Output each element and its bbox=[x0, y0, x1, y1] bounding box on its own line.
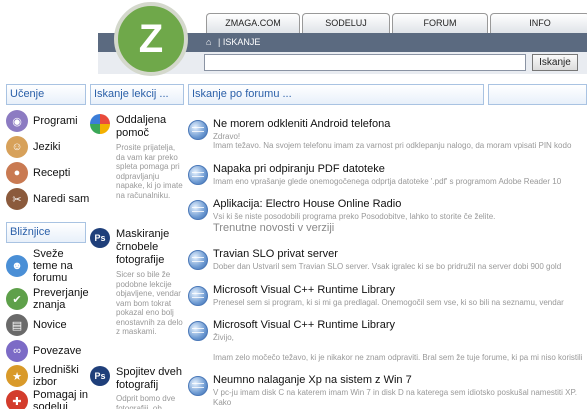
sidebar-item-label: Uredniški izbor bbox=[33, 364, 79, 388]
post-title[interactable]: Microsoft Visual C++ Runtime Library bbox=[213, 284, 395, 296]
post-excerpt: Prenesel sem si program, ki si mi ga pre… bbox=[213, 298, 564, 307]
post-title[interactable]: Neumno nalaganje Xp na sistem z Win 7 bbox=[213, 374, 412, 386]
sidebar-item-label: Povezave bbox=[33, 345, 82, 357]
globe-person-icon: ☻ bbox=[6, 255, 28, 277]
post-excerpt: Živijo, bbox=[213, 333, 234, 342]
sidebar-item-fresh-topics[interactable]: ☻ Sveže teme na forumu bbox=[6, 248, 89, 284]
post-title[interactable]: Travian SLO privat server bbox=[213, 248, 338, 260]
globe-icon bbox=[188, 165, 208, 185]
tab-forum[interactable]: FORUM bbox=[392, 13, 488, 33]
search-input[interactable] bbox=[204, 54, 526, 71]
sidebar-item-editors-pick[interactable]: ★ Uredniški izbor bbox=[6, 364, 89, 388]
forum-post[interactable]: Microsoft Visual C++ Runtime Library Pre… bbox=[188, 284, 587, 318]
sidebar-item-label: Pomagaj in sodeluj bbox=[33, 389, 89, 409]
windows-icon bbox=[90, 114, 110, 134]
post-excerpt-2: Trenutne novosti v verziji bbox=[213, 222, 335, 234]
forum-post[interactable]: Travian SLO privat server Dober dan Ustv… bbox=[188, 248, 587, 282]
sidebar-item-label: Jeziki bbox=[33, 141, 61, 153]
post-title[interactable]: Microsoft Visual C++ Runtime Library bbox=[213, 319, 395, 331]
sidebar-item-jeziki[interactable]: ☺ Jeziki bbox=[6, 136, 61, 158]
post-excerpt: Imam eno vprašanje glede onemogočenega o… bbox=[213, 177, 562, 186]
lesson-title[interactable]: Spojitev dveh fotografij bbox=[116, 366, 186, 392]
lessons-search-header[interactable]: Iskanje lekcij ... bbox=[90, 84, 184, 105]
search-button[interactable]: Iskanje bbox=[532, 54, 578, 71]
post-title[interactable]: Ne morem odkleniti Android telefona bbox=[213, 118, 390, 130]
lesson-item[interactable]: Oddaljena pomoč Prosite prijatelja, da v… bbox=[90, 114, 186, 224]
lesson-item[interactable]: Ps Maskiranje črnobele fotografije Sicer… bbox=[90, 228, 186, 363]
sidebar-item-news[interactable]: ▤ Novice bbox=[6, 314, 67, 336]
sidebar-item-label: Programi bbox=[33, 115, 78, 127]
learning-header: Učenje bbox=[6, 84, 86, 105]
lesson-desc: Sicer so bile že podobne lekcije objavlj… bbox=[116, 270, 183, 336]
sidebar-item-label: Sveže teme na forumu bbox=[33, 248, 73, 284]
sidebar-item-label: Naredi sam bbox=[33, 193, 90, 205]
lifebuoy-icon: ✚ bbox=[6, 390, 28, 409]
globe-icon bbox=[188, 376, 208, 396]
link-icon: ∞ bbox=[6, 340, 28, 362]
lesson-item[interactable]: Ps Spojitev dveh fotografij Odprit bomo … bbox=[90, 366, 186, 409]
home-icon[interactable]: ⌂ bbox=[206, 33, 215, 52]
sidebar-item-help[interactable]: ✚ Pomagaj in sodeluj bbox=[6, 389, 89, 409]
forum-post[interactable]: Aplikacija: Electro House Online Radio V… bbox=[188, 198, 587, 242]
post-excerpt: Dober dan Ustvaril sem Travian SLO serve… bbox=[213, 262, 562, 271]
globe-icon bbox=[188, 286, 208, 306]
globe-icon bbox=[188, 250, 208, 270]
speech-icon: ☺ bbox=[6, 136, 28, 158]
photoshop-icon: Ps bbox=[90, 228, 110, 248]
sidebar-item-label: Preverjanje znanja bbox=[33, 287, 89, 311]
sidebar-item-naredi-sam[interactable]: ✂ Naredi sam bbox=[6, 188, 89, 210]
star-icon: ★ bbox=[6, 365, 28, 387]
photoshop-icon: Ps bbox=[90, 366, 110, 386]
sidebar-item-knowledge-check[interactable]: ✔ Preverjanje znanja bbox=[6, 287, 89, 311]
tools-icon: ✂ bbox=[6, 188, 28, 210]
shortcuts-header: Bližnjice bbox=[6, 222, 86, 243]
sidebar-item-label: Novice bbox=[33, 319, 67, 331]
top-tabs: ZMAGA.COM SODELUJ FORUM INFO bbox=[206, 13, 587, 33]
tab-sodeluj[interactable]: SODELUJ bbox=[302, 13, 390, 33]
forum-post[interactable]: Microsoft Visual C++ Runtime Library Živ… bbox=[188, 319, 587, 369]
forum-post[interactable]: Neumno nalaganje Xp na sistem z Win 7 V … bbox=[188, 374, 587, 409]
lesson-desc: Odprit bomo dve fotografiji, ob bbox=[116, 394, 176, 409]
post-excerpt-2: Kako bbox=[213, 398, 232, 407]
post-title[interactable]: Aplikacija: Electro House Online Radio bbox=[213, 198, 401, 210]
post-excerpt-2: Imam težavo. Na svojem telefonu imam za … bbox=[213, 141, 572, 150]
forum-post[interactable]: Ne morem odkleniti Android telefona Zdra… bbox=[188, 118, 587, 162]
post-excerpt: Vsi ki še niste posodobili programa prek… bbox=[213, 212, 496, 221]
cd-icon: ◉ bbox=[6, 110, 28, 132]
logo-letter: Z bbox=[138, 16, 164, 61]
lesson-title[interactable]: Oddaljena pomoč bbox=[116, 114, 186, 140]
tab-info[interactable]: INFO bbox=[490, 13, 587, 33]
sidebar-item-recepti[interactable]: ● Recepti bbox=[6, 162, 70, 184]
post-excerpt-2: Imam zelo močečo težavo, ki je nikakor n… bbox=[213, 353, 583, 362]
globe-icon bbox=[188, 120, 208, 140]
site-logo[interactable]: Z bbox=[114, 2, 188, 76]
lesson-desc: Prosite prijatelja, da vam kar preko spl… bbox=[116, 143, 183, 200]
post-title[interactable]: Napaka pri odpiranju PDF datoteke bbox=[213, 163, 385, 175]
newspaper-icon: ▤ bbox=[6, 314, 28, 336]
globe-icon bbox=[188, 200, 208, 220]
sidebar-item-programi[interactable]: ◉ Programi bbox=[6, 110, 78, 132]
lesson-title[interactable]: Maskiranje črnobele fotografije bbox=[116, 228, 186, 267]
post-excerpt: V pc-ju imam disk C na katerem imam Win … bbox=[213, 388, 577, 397]
tab-zmaga[interactable]: ZMAGA.COM bbox=[206, 13, 300, 33]
breadcrumb-current: ISKANJE bbox=[222, 37, 261, 47]
extra-header bbox=[488, 84, 587, 105]
sidebar-item-links[interactable]: ∞ Povezave bbox=[6, 340, 81, 362]
forum-post[interactable]: Napaka pri odpiranju PDF datoteke Imam e… bbox=[188, 163, 587, 197]
sidebar-item-label: Recepti bbox=[33, 167, 71, 179]
food-icon: ● bbox=[6, 162, 28, 184]
check-icon: ✔ bbox=[6, 288, 28, 310]
globe-icon bbox=[188, 321, 208, 341]
forum-search-header[interactable]: Iskanje po forumu ... bbox=[188, 84, 484, 105]
